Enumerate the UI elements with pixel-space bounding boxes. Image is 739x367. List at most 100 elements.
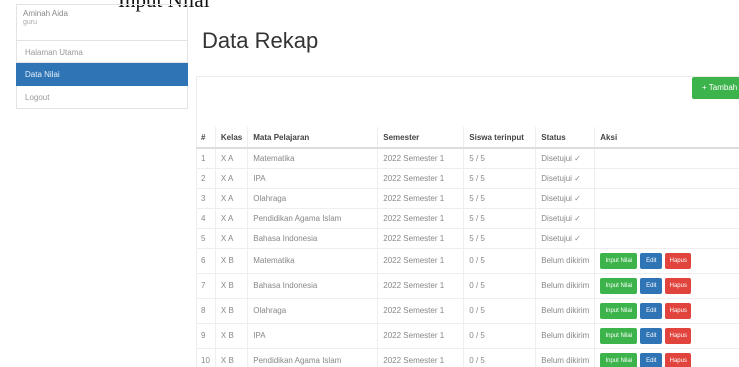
table-row: 10 X B Pendidikan Agama Islam 2022 Semester… — [196, 348, 739, 367]
row-kelas: X B — [215, 298, 249, 324]
row-number: 3 — [196, 188, 216, 209]
row-actions — [594, 148, 739, 169]
row-mapel: Olahraga — [247, 188, 379, 209]
row-semester: 2022 Semester 1 — [377, 298, 465, 324]
table-row: 6X B Matematika 2022 Semester 10 / 5 Belum … — [196, 248, 739, 274]
table-row: 1X A Matematika 2022 Semester 15 / 5 Disetu… — [196, 148, 739, 169]
row-number: 10 — [196, 348, 216, 367]
row-mapel: IPA — [247, 323, 379, 349]
table-row: 8X B Olahraga 2022 Semester 10 / 5 Belum di… — [196, 298, 739, 324]
row-number: 1 — [196, 148, 216, 169]
row-status: Belum dikirim — [535, 298, 596, 324]
row-kelas: X A — [215, 208, 249, 229]
row-mapel: Pendidikan Agama Islam — [247, 208, 379, 229]
hapus-button[interactable]: Hapus — [665, 277, 692, 294]
table-row: 4X A Pendidikan Agama Islam 2022 Semester … — [196, 208, 739, 229]
row-actions: Input Nilai Edit Hapus — [594, 248, 739, 274]
edit-button[interactable]: Edit — [640, 352, 663, 367]
row-mapel: Bahasa Indonesia — [247, 228, 379, 249]
table-row: 2X A IPA 2022 Semester 15 / 5 Disetujui ✓ — [196, 168, 739, 189]
input-nilai-button[interactable]: Input Nilai — [600, 302, 638, 319]
table-row: 3X A Olahraga 2022 Semester 15 / 5 Disetuju… — [196, 188, 739, 209]
row-actions: Input Nilai Edit Hapus — [594, 348, 739, 367]
row-status: Disetujui ✓ — [535, 148, 596, 169]
user-role: guru — [23, 19, 38, 26]
row-terinput: 0 / 5 — [463, 273, 537, 299]
table-row: 7X B Bahasa Indonesia 2022 Semester 10 / 5… — [196, 273, 739, 299]
row-kelas: X A — [215, 148, 249, 169]
row-actions: Input Nilai Edit Hapus — [594, 298, 739, 324]
row-actions: Input Nilai Edit Hapus — [594, 323, 739, 349]
user-name: Aminah Aida — [23, 9, 68, 18]
row-mapel: Pendidikan Agama Islam — [247, 348, 379, 367]
column-header-aksi: Aksi — [594, 127, 739, 149]
row-terinput: 5 / 5 — [463, 228, 537, 249]
row-terinput: 0 / 5 — [463, 248, 537, 274]
row-status: Disetujui ✓ — [535, 208, 596, 229]
row-semester: 2022 Semester 1 — [377, 208, 465, 229]
row-terinput: 5 / 5 — [463, 208, 537, 229]
edit-button[interactable]: Edit — [640, 302, 663, 319]
sidebar: Aminah Aida guru Halaman Utama Data Nila… — [16, 4, 188, 109]
input-nilai-button[interactable]: Input Nilai — [600, 352, 638, 367]
row-status: Belum dikirim — [535, 348, 596, 367]
column-header-semester: Semester — [377, 127, 465, 149]
edit-button[interactable]: Edit — [640, 277, 663, 294]
row-actions — [594, 188, 739, 209]
add-button[interactable]: + Tambah — [692, 77, 739, 99]
hapus-button[interactable]: Hapus — [665, 327, 692, 344]
row-status: Belum dikirim — [535, 248, 596, 274]
row-kelas: X B — [215, 248, 249, 274]
row-semester: 2022 Semester 1 — [377, 228, 465, 249]
user-info: Aminah Aida guru — [16, 4, 188, 40]
row-semester: 2022 Semester 1 — [377, 168, 465, 189]
sidebar-item-logout[interactable]: Logout — [16, 86, 188, 109]
hapus-button[interactable]: Hapus — [665, 252, 692, 269]
page-title: Data Rekap — [202, 28, 319, 53]
sidebar-item-halaman-utama[interactable]: Halaman Utama — [16, 40, 188, 63]
row-actions — [594, 168, 739, 189]
row-mapel: IPA — [247, 168, 379, 189]
column-header-siswa-terinput: Siswa terinput — [463, 127, 537, 149]
row-kelas: X A — [215, 228, 249, 249]
row-status: Disetujui ✓ — [535, 168, 596, 189]
row-kelas: X B — [215, 323, 249, 349]
row-semester: 2022 Semester 1 — [377, 148, 465, 169]
row-actions: Input Nilai Edit Hapus — [594, 273, 739, 299]
table-row: 9X B IPA 2022 Semester 10 / 5 Belum dikirim… — [196, 323, 739, 349]
rekap-table: # Kelas Mata Pelajaran Semester Siswa te… — [196, 127, 739, 367]
row-number: 5 — [196, 228, 216, 249]
row-terinput: 5 / 5 — [463, 188, 537, 209]
row-kelas: X A — [215, 188, 249, 209]
sidebar-item-data-nilai[interactable]: Data Nilai — [16, 63, 188, 86]
row-status: Belum dikirim — [535, 273, 596, 299]
row-semester: 2022 Semester 1 — [377, 348, 465, 367]
row-number: 6 — [196, 248, 216, 274]
row-status: Disetujui ✓ — [535, 188, 596, 209]
edit-button[interactable]: Edit — [640, 327, 663, 344]
row-number: 7 — [196, 273, 216, 299]
row-kelas: X B — [215, 273, 249, 299]
row-terinput: 0 / 5 — [463, 323, 537, 349]
row-status: Disetujui ✓ — [535, 228, 596, 249]
row-semester: 2022 Semester 1 — [377, 188, 465, 209]
row-mapel: Matematika — [247, 248, 379, 274]
row-kelas: X B — [215, 348, 249, 367]
row-number: 4 — [196, 208, 216, 229]
row-semester: 2022 Semester 1 — [377, 273, 465, 299]
row-terinput: 0 / 5 — [463, 348, 537, 367]
column-header-mapel: Mata Pelajaran — [247, 127, 379, 149]
row-actions — [594, 228, 739, 249]
row-mapel: Bahasa Indonesia — [247, 273, 379, 299]
input-nilai-button[interactable]: Input Nilai — [600, 327, 638, 344]
hapus-button[interactable]: Hapus — [665, 302, 692, 319]
row-mapel: Matematika — [247, 148, 379, 169]
row-status: Belum dikirim — [535, 323, 596, 349]
input-nilai-button[interactable]: Input Nilai — [600, 277, 638, 294]
input-nilai-button[interactable]: Input Nilai — [600, 252, 638, 269]
table-header-row: # Kelas Mata Pelajaran Semester Siswa te… — [196, 127, 739, 149]
column-header-kelas: Kelas — [215, 127, 249, 149]
row-kelas: X A — [215, 168, 249, 189]
edit-button[interactable]: Edit — [640, 252, 663, 269]
hapus-button[interactable]: Hapus — [665, 352, 692, 367]
